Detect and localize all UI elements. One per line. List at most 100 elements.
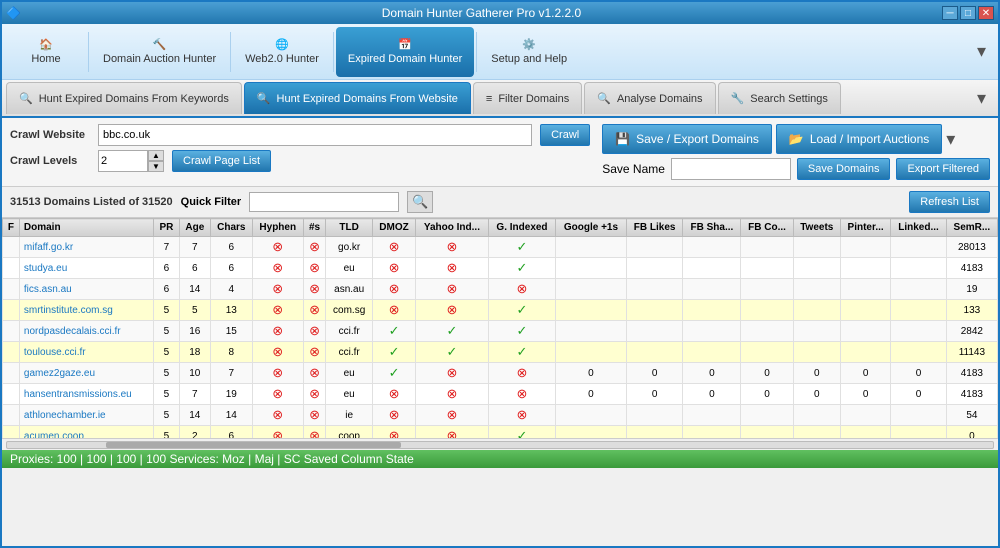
status-bar: Proxies: 100 | 100 | 100 | 100 Services:… bbox=[2, 450, 998, 468]
refresh-list-button[interactable]: Refresh List bbox=[909, 191, 990, 213]
th-hash[interactable]: #s bbox=[303, 219, 326, 237]
crawl-button[interactable]: Crawl bbox=[540, 124, 590, 146]
th-f[interactable]: F bbox=[3, 219, 20, 237]
subnav-analyse[interactable]: 🔍 Analyse Domains bbox=[584, 82, 715, 114]
title-bar-controls: ─ □ ✕ bbox=[942, 6, 994, 20]
nav-home[interactable]: 🏠 Home bbox=[6, 27, 86, 77]
th-dmoz[interactable]: DMOZ bbox=[373, 219, 416, 237]
analyse-icon: 🔍 bbox=[597, 92, 611, 105]
spinner-down[interactable]: ▼ bbox=[148, 161, 164, 172]
th-domain[interactable]: Domain bbox=[19, 219, 153, 237]
subnav-website-label: Hunt Expired Domains From Website bbox=[277, 93, 458, 105]
horizontal-scrollbar[interactable] bbox=[2, 438, 998, 450]
red-x-icon: ⊗ bbox=[309, 344, 320, 359]
subnav-filter[interactable]: ≡ Filter Domains bbox=[473, 82, 582, 114]
nav-auction[interactable]: 🔨 Domain Auction Hunter bbox=[91, 27, 228, 77]
status-text: Proxies: 100 | 100 | 100 | 100 Services:… bbox=[10, 452, 414, 466]
scroll-thumb[interactable] bbox=[106, 442, 402, 448]
red-x-icon: ⊗ bbox=[389, 302, 400, 317]
table-row: acumen.coop526⊗⊗coop⊗⊗✓0 bbox=[3, 426, 998, 439]
red-x-icon: ⊗ bbox=[309, 407, 320, 422]
crawl-website-label: Crawl Website bbox=[10, 129, 90, 141]
save-export-row: 💾 Save / Export Domains 📂 Load / Import … bbox=[602, 124, 990, 154]
th-fblikes[interactable]: FB Likes bbox=[626, 219, 683, 237]
table-header-row: F Domain PR Age Chars Hyphen #s TLD DMOZ… bbox=[3, 219, 998, 237]
load-import-button[interactable]: 📂 Load / Import Auctions bbox=[776, 124, 942, 154]
th-hyphen[interactable]: Hyphen bbox=[252, 219, 303, 237]
nav-web20[interactable]: 🌐 Web2.0 Hunter bbox=[233, 27, 331, 77]
green-check-icon: ✓ bbox=[517, 260, 528, 275]
th-tweets[interactable]: Tweets bbox=[793, 219, 840, 237]
green-check-icon: ✓ bbox=[517, 323, 528, 338]
minimize-button[interactable]: ─ bbox=[942, 6, 958, 20]
red-x-icon: ⊗ bbox=[272, 365, 283, 380]
nav-setup[interactable]: ⚙️ Setup and Help bbox=[479, 27, 579, 77]
green-check-icon: ✓ bbox=[517, 344, 528, 359]
th-fbco[interactable]: FB Co... bbox=[741, 219, 793, 237]
crawl-levels-spinner[interactable]: ▲ ▼ bbox=[98, 150, 164, 172]
th-pr[interactable]: PR bbox=[154, 219, 180, 237]
table-row: gamez2gaze.eu5107⊗⊗eu✓⊗⊗00000004183 bbox=[3, 363, 998, 384]
table-row: toulouse.cci.fr5188⊗⊗cci.fr✓✓✓11143 bbox=[3, 342, 998, 363]
red-x-icon: ⊗ bbox=[272, 344, 283, 359]
nav-expired[interactable]: 📅 Expired Domain Hunter bbox=[336, 27, 474, 77]
save-name-input[interactable] bbox=[671, 158, 791, 180]
table-container[interactable]: F Domain PR Age Chars Hyphen #s TLD DMOZ… bbox=[2, 218, 998, 438]
red-x-icon: ⊗ bbox=[309, 365, 320, 380]
th-yahoo[interactable]: Yahoo Ind... bbox=[416, 219, 489, 237]
red-x-icon: ⊗ bbox=[446, 260, 457, 275]
red-x-icon: ⊗ bbox=[389, 281, 400, 296]
crawl-website-input[interactable] bbox=[98, 124, 532, 146]
nav-dropdown-icon[interactable]: ▾ bbox=[969, 33, 994, 70]
subnav-settings[interactable]: 🔧 Search Settings bbox=[718, 82, 841, 114]
th-fbsha[interactable]: FB Sha... bbox=[683, 219, 741, 237]
th-linked[interactable]: Linked... bbox=[891, 219, 946, 237]
th-g1[interactable]: Google +1s bbox=[556, 219, 627, 237]
th-semr[interactable]: SemR... bbox=[946, 219, 997, 237]
filter-icon: ≡ bbox=[486, 93, 492, 105]
green-check-icon: ✓ bbox=[517, 239, 528, 254]
th-pinter[interactable]: Pinter... bbox=[840, 219, 890, 237]
nav-sep-2 bbox=[230, 32, 231, 72]
spinner-btns: ▲ ▼ bbox=[148, 150, 164, 172]
close-button[interactable]: ✕ bbox=[978, 6, 994, 20]
th-chars[interactable]: Chars bbox=[210, 219, 252, 237]
table-row: fics.asn.au6144⊗⊗asn.au⊗⊗⊗19 bbox=[3, 279, 998, 300]
red-x-icon: ⊗ bbox=[309, 323, 320, 338]
crawl-levels-input[interactable] bbox=[98, 150, 148, 172]
title-bar-left: 🔷 bbox=[6, 6, 21, 20]
nav-setup-label: Setup and Help bbox=[491, 53, 567, 65]
quick-filter-label: Quick Filter bbox=[181, 196, 242, 208]
nav-web20-label: Web2.0 Hunter bbox=[245, 53, 319, 65]
web20-icon: 🌐 bbox=[275, 38, 289, 51]
red-x-icon: ⊗ bbox=[446, 239, 457, 254]
green-check-icon: ✓ bbox=[389, 323, 400, 338]
crawl-page-list-button[interactable]: Crawl Page List bbox=[172, 150, 271, 172]
maximize-button[interactable]: □ bbox=[960, 6, 976, 20]
green-check-icon: ✓ bbox=[517, 302, 528, 317]
save-name-label: Save Name bbox=[602, 162, 665, 176]
subnav-website[interactable]: 🔍 Hunt Expired Domains From Website bbox=[244, 82, 471, 114]
subnav-dropdown-icon[interactable]: ▾ bbox=[969, 84, 994, 113]
save-export-button[interactable]: 💾 Save / Export Domains bbox=[602, 124, 772, 154]
subnav-keywords[interactable]: 🔍 Hunt Expired Domains From Keywords bbox=[6, 82, 242, 114]
th-gindex[interactable]: G. Indexed bbox=[488, 219, 555, 237]
export-filtered-button[interactable]: Export Filtered bbox=[896, 158, 990, 180]
subnav-settings-label: Search Settings bbox=[750, 93, 828, 105]
keywords-icon: 🔍 bbox=[19, 92, 33, 105]
subnav-keywords-label: Hunt Expired Domains From Keywords bbox=[39, 93, 229, 105]
red-x-icon: ⊗ bbox=[389, 428, 400, 438]
search-button[interactable]: 🔍 bbox=[407, 191, 433, 213]
spinner-up[interactable]: ▲ bbox=[148, 150, 164, 161]
th-tld[interactable]: TLD bbox=[326, 219, 373, 237]
title-bar: 🔷 Domain Hunter Gatherer Pro v1.2.2.0 ─ … bbox=[2, 2, 998, 24]
nav-sep-3 bbox=[333, 32, 334, 72]
quick-filter-input[interactable] bbox=[249, 192, 399, 212]
load-import-label: Load / Import Auctions bbox=[810, 132, 929, 146]
setup-icon: ⚙️ bbox=[522, 38, 536, 51]
action-section: 💾 Save / Export Domains 📂 Load / Import … bbox=[602, 124, 990, 180]
action-dropdown-icon[interactable]: ▾ bbox=[946, 129, 955, 150]
th-age[interactable]: Age bbox=[179, 219, 210, 237]
save-domains-button[interactable]: Save Domains bbox=[797, 158, 891, 180]
subnav-analyse-label: Analyse Domains bbox=[617, 93, 703, 105]
